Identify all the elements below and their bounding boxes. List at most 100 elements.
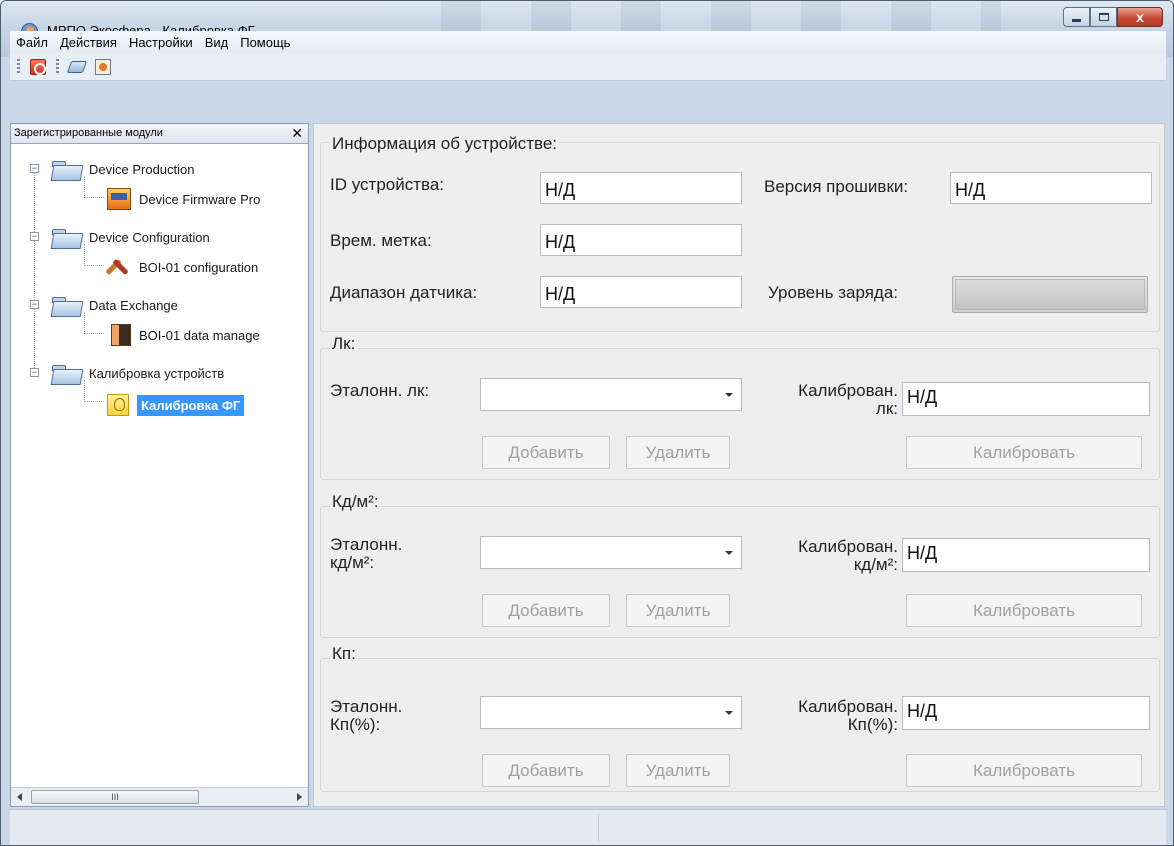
firmware-version-field[interactable]: Н/Д: [950, 172, 1152, 204]
minimize-button[interactable]: [1063, 7, 1090, 27]
tree-node-label: Device Configuration: [89, 229, 210, 245]
tree-collapse-toggle[interactable]: −: [30, 368, 39, 377]
maximize-button[interactable]: [1090, 7, 1117, 27]
toolbar-grip[interactable]: [17, 58, 20, 75]
tree-collapse-toggle[interactable]: −: [30, 300, 39, 309]
tree-node-boi-data[interactable]: BOI-01 data manage: [111, 320, 260, 350]
tree-node-boi-configuration[interactable]: BOI-01 configuration: [107, 252, 258, 282]
tree-node-fg-calibration[interactable]: Калибровка ФГ: [107, 390, 245, 420]
panel-close-icon[interactable]: ✕: [291, 125, 303, 142]
maximize-icon: [1098, 13, 1109, 21]
tree-node-device-firmware[interactable]: Device Firmware Pro: [107, 184, 260, 214]
device-id-label: ID устройства:: [330, 175, 445, 194]
tools-icon: [107, 256, 131, 278]
timestamp-label: Врем. метка:: [330, 231, 432, 250]
power-icon: [30, 58, 46, 75]
tree-node-label: Device Firmware Pro: [139, 191, 261, 207]
lux-calibrated-field[interactable]: Н/Д: [902, 382, 1150, 416]
lux-add-button[interactable]: Добавить: [482, 436, 610, 469]
luminance-reference-dropdown[interactable]: [480, 536, 742, 569]
horizontal-scrollbar[interactable]: III: [11, 787, 308, 806]
export-icon: [95, 58, 111, 75]
menu-settings[interactable]: Настройки: [123, 35, 199, 50]
ripple-reference-label-line2: Кп(%):: [330, 715, 381, 734]
chevron-down-icon: [725, 711, 733, 715]
app-window: МРПО Экосфера - Калибровка ФГ x Файл Дей…: [0, 0, 1174, 846]
ripple-reference-label: Эталонн. Кп(%):: [330, 698, 402, 734]
close-button[interactable]: x: [1117, 7, 1163, 27]
tree-connector: [84, 197, 104, 198]
tree-node-label: Device Production: [89, 161, 195, 177]
chevron-down-icon: [725, 393, 733, 397]
device-id-field[interactable]: Н/Д: [540, 172, 742, 204]
firmware-icon: [107, 188, 131, 210]
tree-connector: [84, 401, 104, 402]
luminance-reference-label-line2: кд/м²:: [330, 553, 375, 572]
tree-collapse-toggle[interactable]: −: [30, 232, 39, 241]
menu-actions[interactable]: Действия: [54, 35, 123, 50]
luminance-calibrate-button[interactable]: Калибровать: [906, 594, 1142, 627]
lux-calibrate-button[interactable]: Калибровать: [906, 436, 1142, 469]
tree-node-label: BOI-01 configuration: [139, 259, 259, 275]
luminance-calibrated-field[interactable]: Н/Д: [902, 538, 1150, 572]
lux-calibrated-label-line2: лк:: [875, 399, 898, 418]
status-bar: [10, 809, 1166, 845]
tree-node-label: Data Exchange: [89, 297, 178, 313]
eraser-button[interactable]: [66, 56, 88, 78]
tree-connector: [84, 265, 104, 266]
tree-node-device-production[interactable]: Device Production: [51, 154, 195, 184]
tree-node-label: BOI-01 data manage: [139, 327, 260, 343]
power-button[interactable]: [27, 56, 49, 78]
export-button[interactable]: [92, 56, 114, 78]
tree-node-label: Калибровка устройств: [89, 365, 225, 381]
ripple-reference-dropdown[interactable]: [480, 696, 742, 729]
lux-reference-dropdown[interactable]: [480, 378, 742, 411]
folder-icon: [51, 362, 81, 384]
folder-icon: [51, 294, 81, 316]
ripple-remove-button[interactable]: Удалить: [626, 754, 730, 787]
tree-node-device-configuration[interactable]: Device Configuration: [51, 222, 210, 252]
tree-node-label: Калибровка ФГ: [137, 394, 245, 416]
lux-calibrated-label: Калиброван. лк:: [762, 382, 898, 418]
tree-connector: [34, 168, 35, 376]
luminance-calibrated-label-line1: Калиброван.: [798, 537, 898, 556]
bulb-icon: [107, 394, 129, 416]
ripple-calibrate-button[interactable]: Калибровать: [906, 754, 1142, 787]
ripple-calibrated-label-line2: Кп(%):: [847, 715, 898, 734]
lux-calibrated-label-line1: Калиброван.: [798, 381, 898, 400]
luminance-reference-label: Эталонн. кд/м²:: [330, 536, 402, 572]
scroll-thumb[interactable]: III: [31, 790, 199, 804]
lux-group-title: Лк:: [330, 334, 358, 354]
luminance-add-button[interactable]: Добавить: [482, 594, 610, 627]
ripple-calibrated-label: Калиброван. Кп(%):: [762, 698, 898, 734]
charge-level-label: Уровень заряда:: [768, 283, 899, 302]
folder-icon: [51, 226, 81, 248]
luminance-calibrated-label: Калиброван. кд/м²:: [762, 538, 898, 574]
lux-remove-button[interactable]: Удалить: [626, 436, 730, 469]
minimize-icon: [1072, 18, 1081, 22]
tree-node-device-calibration[interactable]: Калибровка устройств: [51, 358, 224, 388]
menu-file[interactable]: Файл: [10, 35, 54, 50]
chevron-down-icon: [725, 551, 733, 555]
ripple-calibrated-field[interactable]: Н/Д: [902, 696, 1150, 730]
firmware-version-label: Версия прошивки:: [764, 177, 909, 196]
sensor-range-field[interactable]: Н/Д: [540, 276, 742, 308]
toolbar: [10, 53, 1166, 81]
scroll-left-icon[interactable]: [17, 793, 22, 801]
tree-collapse-toggle[interactable]: −: [30, 164, 39, 173]
luminance-remove-button[interactable]: Удалить: [626, 594, 730, 627]
window-controls: x: [1063, 7, 1163, 27]
menu-view[interactable]: Вид: [199, 35, 235, 50]
close-icon: x: [1136, 9, 1144, 25]
timestamp-field[interactable]: Н/Д: [540, 224, 742, 256]
modules-panel-header: Зарегистрированные модули ✕: [11, 124, 308, 144]
menu-help[interactable]: Помощь: [234, 35, 296, 50]
tree-node-data-exchange[interactable]: Data Exchange: [51, 290, 178, 320]
charge-level-bar: [952, 276, 1148, 313]
toolbar-grip[interactable]: [56, 58, 59, 75]
ripple-add-button[interactable]: Добавить: [482, 754, 610, 787]
data-icon: [111, 324, 131, 346]
eraser-icon: [66, 60, 88, 73]
scroll-right-icon[interactable]: [297, 793, 302, 801]
sensor-range-label: Диапазон датчика:: [330, 283, 478, 302]
